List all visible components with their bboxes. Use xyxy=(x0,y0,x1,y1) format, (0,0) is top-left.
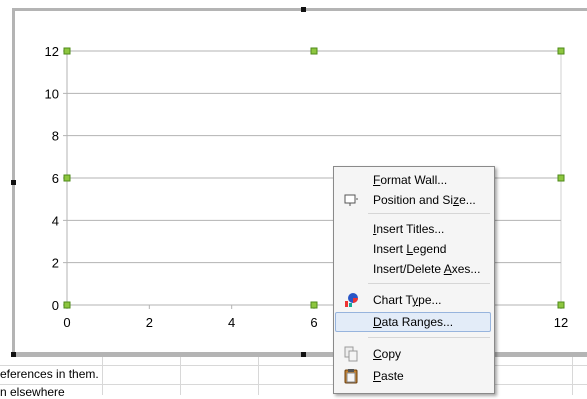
y-tick-label: 2 xyxy=(52,256,59,271)
y-axis: 0 2 4 6 8 10 12 xyxy=(45,44,59,313)
spreadsheet-cells[interactable]: eferences in them. n elsewhere xyxy=(0,357,587,399)
menu-item-position-size[interactable]: Position and Size... xyxy=(335,190,491,210)
wall-selection-handle[interactable] xyxy=(557,47,565,55)
wall-selection-handle[interactable] xyxy=(557,174,565,182)
wall-selection-handle[interactable] xyxy=(310,47,318,55)
paste-icon xyxy=(343,368,359,384)
menu-item-insert-titles[interactable]: Insert Titles... xyxy=(335,219,491,239)
y-tick-label: 4 xyxy=(52,213,59,228)
menu-item-copy[interactable]: Copy xyxy=(335,344,491,364)
wall-selection-handle[interactable] xyxy=(63,301,71,309)
y-tick-label: 0 xyxy=(52,298,59,313)
x-tick-label: 2 xyxy=(146,315,153,330)
menu-item-data-ranges[interactable]: Data Ranges... xyxy=(335,312,491,332)
wall-selection-handle[interactable] xyxy=(310,301,318,309)
x-tick-label: 6 xyxy=(310,315,317,330)
cell-text-row2: n elsewhere xyxy=(0,385,65,399)
menu-item-insert-legend[interactable]: Insert Legend xyxy=(335,239,491,259)
position-size-icon xyxy=(343,192,359,208)
x-tick-label: 4 xyxy=(228,315,235,330)
cell-text-row1: eferences in them. xyxy=(0,367,99,381)
context-menu: Format Wall... Position and Size... Inse… xyxy=(333,166,495,394)
y-tick-label: 12 xyxy=(45,44,59,59)
menu-item-format-wall[interactable]: Format Wall... xyxy=(335,170,491,190)
chart-type-icon xyxy=(343,292,359,308)
menu-item-chart-type[interactable]: Chart Type... xyxy=(335,290,491,310)
wall-selection-handle[interactable] xyxy=(63,174,71,182)
menu-item-insert-delete-axes[interactable]: Insert/Delete Axes... xyxy=(335,259,491,279)
x-tick-label: 12 xyxy=(554,315,568,330)
y-tick-label: 6 xyxy=(52,171,59,186)
y-tick-label: 10 xyxy=(45,86,59,101)
menu-item-paste[interactable]: Paste xyxy=(335,366,491,386)
wall-selection-handle[interactable] xyxy=(63,47,71,55)
y-tick-label: 8 xyxy=(52,129,59,144)
chart-area[interactable]: 0 2 4 6 8 10 12 0 2 4 6 8 10 12 xyxy=(0,0,587,357)
copy-icon xyxy=(343,346,359,362)
x-tick-label: 0 xyxy=(63,315,70,330)
wall-selection-handle[interactable] xyxy=(557,301,565,309)
